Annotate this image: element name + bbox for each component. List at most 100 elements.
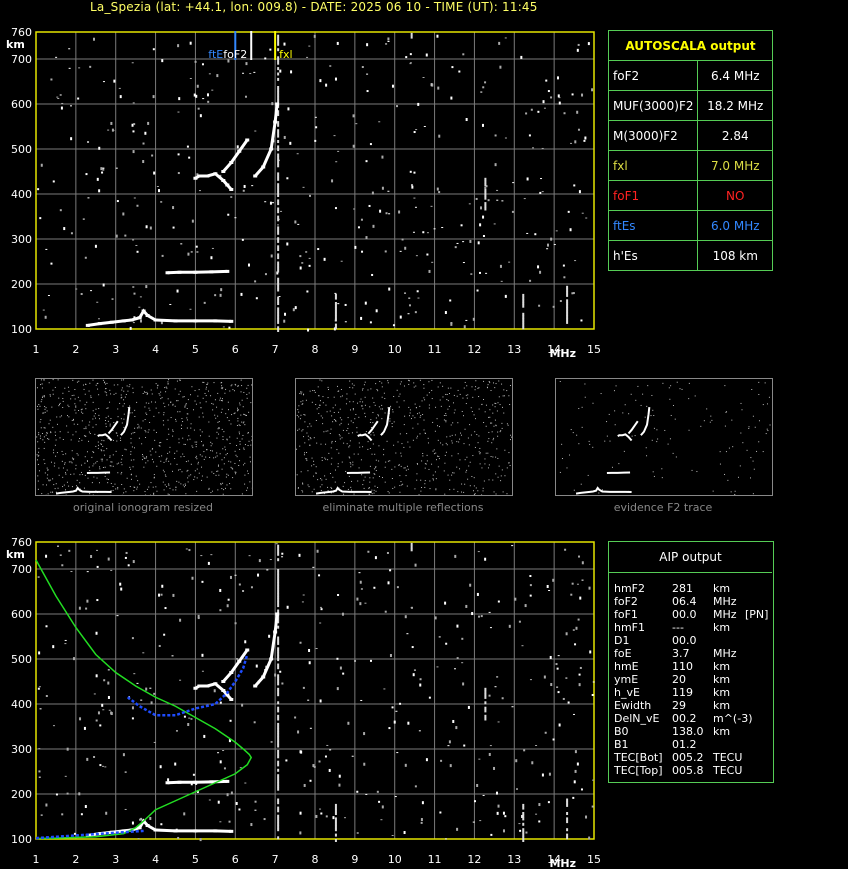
noise-column — [566, 828, 569, 832]
thumb-noise — [466, 456, 468, 458]
thumb-noise — [88, 440, 90, 442]
noise-dot — [199, 190, 202, 192]
aip-unit: km — [713, 673, 731, 686]
noise-dot — [132, 130, 135, 133]
noise-dot — [441, 227, 444, 229]
noise-dot — [584, 136, 587, 140]
thumb-noise — [71, 419, 73, 421]
noise-column — [334, 323, 337, 327]
thumb-noise — [72, 379, 74, 381]
noise-dot — [160, 201, 163, 203]
autoscala-row: MUF(3000)F2 18.2 MHz — [607, 90, 773, 121]
thumb-noise — [49, 419, 51, 421]
thumb-noise — [89, 493, 91, 495]
noise-dot — [242, 590, 245, 593]
thumb-noise — [210, 395, 212, 397]
thumb-noise — [244, 444, 246, 446]
thumb-noise — [494, 406, 496, 408]
thumb-noise — [202, 444, 204, 446]
noise-dot — [366, 43, 369, 47]
thumb-noise — [88, 431, 90, 433]
thumb-noise — [106, 478, 108, 480]
thumb-noise — [746, 449, 748, 451]
thumb-noise — [185, 404, 187, 406]
noise-dot — [203, 734, 206, 738]
noise-dot — [50, 78, 53, 81]
thumb-noise — [197, 463, 199, 465]
noise-dot — [384, 250, 387, 253]
y-tick-label: 600 — [11, 98, 32, 111]
thumb-noise — [211, 443, 213, 445]
thumb-noise — [369, 421, 371, 423]
thumb-noise — [740, 432, 742, 434]
noise-dot — [529, 279, 532, 282]
thumb-noise — [352, 464, 354, 466]
thumb-noise — [166, 438, 168, 440]
thumb-noise — [420, 415, 422, 417]
noise-dot — [591, 805, 594, 808]
thumb-noise — [144, 491, 146, 493]
x-tick-label: 5 — [192, 853, 199, 866]
noise-dot — [194, 60, 197, 63]
noise-dot — [458, 70, 461, 73]
thumb-noise — [484, 463, 486, 465]
thumb-noise — [320, 489, 322, 491]
thumb-noise — [229, 390, 231, 392]
noise-column — [334, 825, 337, 829]
thumb-noise — [392, 411, 394, 413]
thumb-noise — [725, 451, 727, 453]
noise-dot — [164, 607, 167, 610]
thumb-noise — [130, 459, 132, 461]
thumb-noise — [490, 456, 492, 458]
noise-dot — [366, 90, 369, 93]
noise-dot — [426, 232, 429, 234]
thumb-noise — [131, 412, 133, 414]
noise-dot — [85, 607, 88, 610]
thumb-noise — [304, 442, 306, 444]
noise-dot — [156, 185, 159, 187]
thumb-noise — [383, 454, 385, 456]
noise-dot — [398, 210, 401, 214]
thumb-noise — [138, 425, 140, 427]
thumb-noise — [249, 456, 251, 458]
thumb-noise — [400, 452, 402, 454]
noise-column — [522, 323, 525, 327]
noise-dot — [206, 93, 209, 97]
thumb-noise — [703, 420, 705, 422]
noise-dot — [219, 293, 222, 297]
noise-dot — [541, 191, 544, 193]
noise-dot — [308, 648, 311, 652]
thumb-noise — [477, 442, 479, 444]
noise-dot — [369, 143, 372, 146]
noise-dot — [478, 615, 481, 618]
thumb-noise — [348, 456, 350, 458]
thumb-noise — [330, 486, 332, 488]
thumb-noise — [490, 422, 492, 424]
noise-dot — [132, 239, 135, 241]
noise-dot — [230, 196, 233, 198]
thumb-noise — [688, 382, 690, 384]
noise-column — [484, 693, 487, 697]
thumb-noise — [77, 396, 79, 398]
noise-dot — [312, 566, 315, 568]
thumb-noise — [688, 398, 690, 400]
thumb-noise — [52, 491, 54, 493]
thumb-noise — [74, 388, 76, 390]
thumb-noise — [348, 432, 350, 434]
thumb-noise — [462, 397, 464, 399]
thumb-noise — [240, 391, 242, 393]
noise-dot — [96, 549, 99, 551]
thumb-noise — [330, 428, 332, 430]
thumb-noise — [297, 429, 299, 431]
noise-dot — [381, 805, 384, 809]
thumb-noise — [172, 429, 174, 431]
noise-column — [566, 318, 569, 322]
thumb-noise — [95, 408, 97, 410]
noise-column — [277, 194, 280, 197]
noise-dot — [38, 770, 41, 773]
noise-column — [277, 215, 280, 219]
noise-column — [522, 296, 525, 300]
noise-column — [277, 123, 280, 127]
noise-dot — [450, 96, 453, 100]
noise-dot — [489, 745, 492, 747]
